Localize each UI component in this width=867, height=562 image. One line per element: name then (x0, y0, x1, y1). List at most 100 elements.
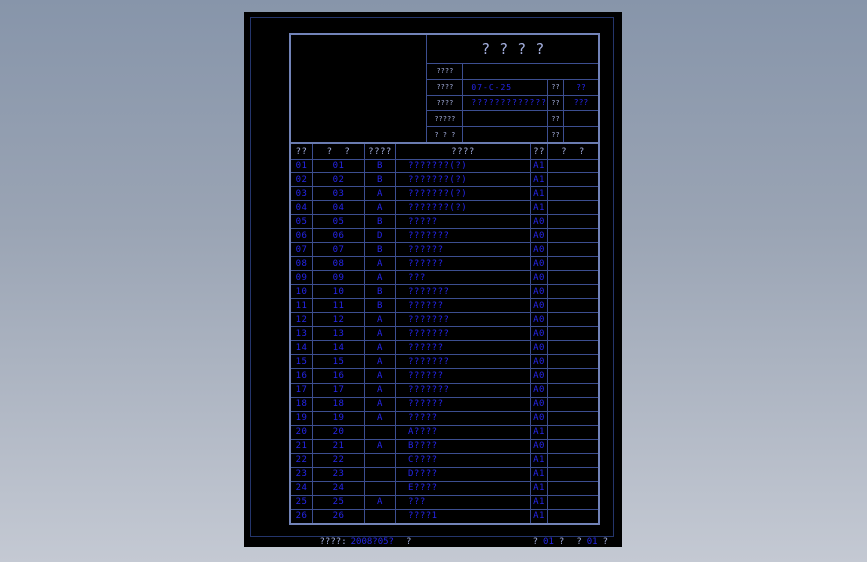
title-block: ???? ???? ???? 07-C-25 ?? ?? ???? ??????… (291, 35, 598, 144)
table-row: 04 04 A ???????(?) A1 (291, 201, 598, 216)
title-cell: ???????(?) (396, 201, 531, 215)
revision-cell (365, 509, 396, 523)
header-serial: ?? (291, 144, 313, 159)
revision-cell: B (365, 215, 396, 229)
drawing-no-cell: 14 (313, 341, 365, 355)
footer-page-char: ? (532, 537, 539, 547)
header-revision: ???? (365, 144, 396, 159)
revision-cell (365, 481, 396, 495)
revision-cell: A (365, 355, 396, 369)
serial-cell: 20 (291, 425, 313, 439)
remark-cell (548, 398, 598, 411)
title-cell: ????1 (396, 509, 531, 523)
title-block-logo-area (291, 35, 428, 142)
serial-cell: 04 (291, 201, 313, 215)
remark-cell (548, 201, 598, 214)
revision-cell (365, 467, 396, 481)
size-cell: A0 (531, 369, 548, 383)
title-cell: ?????? (396, 243, 531, 257)
revision-cell: A (365, 257, 396, 271)
title-cell: A???? (396, 425, 531, 439)
remark-cell (548, 510, 598, 523)
remark-cell (548, 257, 598, 270)
title-cell: ???????(?) (396, 187, 531, 201)
header-size: ?? (531, 144, 548, 159)
field-value (564, 111, 598, 126)
table-row: 17 17 A??????? A0 (291, 383, 598, 398)
table-row: 10 10 B??????? A0 (291, 285, 598, 300)
header-remark: ? ? (561, 146, 585, 157)
serial-cell: 18 (291, 397, 313, 411)
size-cell: A1 (531, 159, 548, 173)
title-cell: ??????? (396, 313, 531, 327)
revision-cell: A (365, 313, 396, 327)
size-cell: A1 (531, 201, 548, 215)
serial-cell: 03 (291, 187, 313, 201)
serial-cell: 13 (291, 327, 313, 341)
size-cell: A1 (531, 509, 548, 523)
revision-cell: B (365, 299, 396, 313)
remark-cell (548, 299, 598, 312)
revision-cell: B (365, 173, 396, 187)
drawing-no-cell: 25 (313, 495, 365, 509)
serial-cell: 16 (291, 369, 313, 383)
serial-cell: 02 (291, 173, 313, 187)
remark-cell (548, 384, 598, 397)
drawing-no-cell: 12 (313, 313, 365, 327)
title-cell: C???? (396, 453, 531, 467)
title-cell: ??? (396, 495, 531, 509)
footer-date-label: ????: (319, 537, 347, 547)
size-cell: A1 (531, 495, 548, 509)
drawing-no-cell: 06 (313, 229, 365, 243)
size-cell: A0 (531, 383, 548, 397)
title-cell: ?????? (396, 257, 531, 271)
remark-cell (548, 496, 598, 509)
field-label: ????? (427, 111, 464, 127)
remark-cell (548, 173, 598, 186)
drawing-no-cell: 11 (313, 299, 365, 313)
table-row: 22 22 C???? A1 (291, 453, 598, 468)
field-label: ???? (427, 79, 464, 95)
cad-viewport[interactable]: ???? ???? ???? 07-C-25 ?? ?? ???? ??????… (244, 12, 622, 547)
title-cell: ???????(?) (396, 159, 531, 173)
remark-cell (548, 243, 598, 256)
title-cell: ??????? (396, 327, 531, 341)
revision-cell: B (365, 159, 396, 173)
revision-cell: A (365, 397, 396, 411)
size-cell: A0 (531, 271, 548, 285)
drawing-no-cell: 13 (313, 327, 365, 341)
revision-cell: A (365, 439, 396, 453)
remark-cell (548, 215, 598, 228)
serial-cell: 12 (291, 313, 313, 327)
table-row: 23 23 D???? A1 (291, 467, 598, 482)
title-cell: ?????? (396, 369, 531, 383)
remark-cell (548, 285, 598, 298)
table-row: 24 24 E???? A1 (291, 481, 598, 496)
field-value: ??? (573, 98, 589, 108)
remark-cell (548, 454, 598, 467)
serial-cell: 08 (291, 257, 313, 271)
serial-cell: 22 (291, 453, 313, 467)
drawing-list-body: 01 01 B ???????(?) A1 02 02 B ???????(?) A1 03 03 A?… (291, 159, 598, 523)
revision-cell (365, 453, 396, 467)
table-row: 05 05 B????? A0 (291, 215, 598, 230)
title-block-row: ???? 07-C-25 ?? ?? (427, 79, 598, 96)
revision-cell: A (365, 369, 396, 383)
table-row: 15 15 A??????? A0 (291, 355, 598, 370)
field-label: ?? (547, 111, 564, 127)
revision-cell: B (365, 243, 396, 257)
remark-cell (548, 327, 598, 340)
serial-cell: 25 (291, 495, 313, 509)
size-cell: A0 (531, 397, 548, 411)
remark-cell (548, 426, 598, 439)
table-row: 20 20 A???? A1 (291, 425, 598, 440)
remark-cell (548, 271, 598, 284)
revision-cell: A (365, 495, 396, 509)
drawing-no-cell: 16 (313, 369, 365, 383)
field-value (463, 64, 598, 79)
serial-cell: 23 (291, 467, 313, 481)
size-cell: A0 (531, 355, 548, 369)
size-cell: A0 (531, 229, 548, 243)
size-cell: A0 (531, 439, 548, 453)
size-cell: A1 (531, 425, 548, 439)
